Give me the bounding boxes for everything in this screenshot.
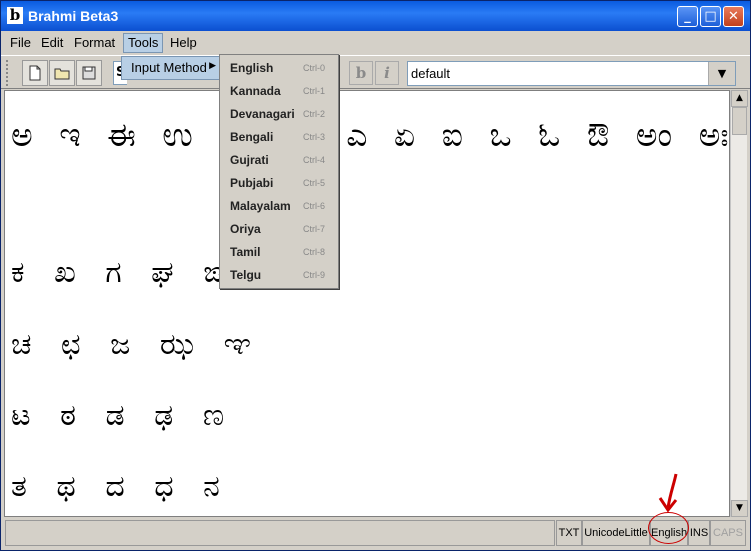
- input-method-label: Kannada: [230, 84, 281, 98]
- input-method-telgu[interactable]: Telgu Ctrl-9: [220, 264, 338, 287]
- new-file-button[interactable]: [22, 60, 48, 86]
- bold-button[interactable]: b: [349, 61, 373, 85]
- style-combo[interactable]: default ▼: [407, 61, 736, 86]
- input-method-pubjabi[interactable]: Pubjabi Ctrl-5: [220, 172, 338, 195]
- input-method-label: Gujrati: [230, 153, 269, 167]
- open-file-button[interactable]: [49, 60, 75, 86]
- editor-line-ka-row: ಕ ಖ ಗ ಘ ಙ: [11, 255, 234, 290]
- app-window: b Brahmi Beta3 _ □ ✕ File Edit Format To…: [0, 0, 751, 551]
- menu-help[interactable]: Help: [166, 33, 201, 53]
- input-method-tamil[interactable]: Tamil Ctrl-8: [220, 241, 338, 264]
- input-method-shortcut: Ctrl-6: [303, 201, 325, 211]
- status-message-area: [5, 520, 555, 546]
- input-method-label: Bengali: [230, 130, 274, 144]
- app-icon[interactable]: b: [7, 7, 23, 24]
- menu-tools[interactable]: Tools: [123, 33, 164, 53]
- chevron-down-icon[interactable]: ▼: [708, 62, 735, 85]
- input-method-submenu: English Ctrl-0 Kannada Ctrl-1 Devanagari Ct…: [219, 54, 339, 289]
- vertical-scrollbar[interactable]: ▲ ▼: [730, 90, 748, 517]
- close-button[interactable]: ✕: [723, 6, 744, 27]
- editor-line-tta-row: ಟ ಠ ಡ ಢ ಣ: [11, 398, 235, 433]
- save-disk-icon: [82, 66, 96, 80]
- status-encoding: UnicodeLittle: [582, 520, 650, 546]
- menu-format[interactable]: Format: [70, 33, 119, 53]
- toolbar-grip[interactable]: [6, 60, 14, 86]
- input-method-gujrati[interactable]: Gujrati Ctrl-4: [220, 149, 338, 172]
- annotation-arrow-icon: [658, 473, 678, 513]
- input-method-shortcut: Ctrl-1: [303, 86, 325, 96]
- scroll-thumb[interactable]: [732, 107, 747, 135]
- input-method-oriya[interactable]: Oriya Ctrl-7: [220, 218, 338, 241]
- status-bar: TXT UnicodeLittle English INS CAPS: [1, 518, 750, 550]
- style-combo-value: default: [411, 66, 451, 81]
- scroll-up-icon[interactable]: ▲: [731, 90, 748, 107]
- input-method-shortcut: Ctrl-2: [303, 109, 325, 119]
- title-bar[interactable]: b Brahmi Beta3 _ □ ✕: [1, 1, 750, 31]
- maximize-button[interactable]: □: [700, 6, 721, 27]
- status-insert-mode: INS: [688, 520, 710, 546]
- italic-button[interactable]: i: [375, 61, 399, 85]
- input-method-label: English: [230, 61, 274, 75]
- input-method-shortcut: Ctrl-8: [303, 247, 325, 257]
- input-method-label: Devanagari: [230, 107, 295, 121]
- input-method-shortcut: Ctrl-9: [303, 270, 325, 280]
- input-method-english[interactable]: English Ctrl-0: [220, 57, 338, 80]
- open-folder-icon: [54, 68, 70, 80]
- input-method-malayalam[interactable]: Malayalam Ctrl-6: [220, 195, 338, 218]
- editor-line-cha-row: ಚ ಛ ಜ ಝ ಞ: [11, 327, 262, 362]
- window-title: Brahmi Beta3: [28, 8, 119, 24]
- input-method-shortcut: Ctrl-3: [303, 132, 325, 142]
- toolbar: S b i default ▼: [1, 55, 750, 89]
- input-method-label: Malayalam: [230, 199, 291, 213]
- editor-line-ta-row: ತ ಥ ದ ಧ ನ: [11, 469, 230, 504]
- status-format: TXT: [556, 520, 582, 546]
- input-method-shortcut: Ctrl-7: [303, 224, 325, 234]
- menu-bar: File Edit Format Tools Help: [1, 31, 750, 55]
- input-method-label: Pubjabi: [230, 176, 274, 190]
- menu-edit[interactable]: Edit: [37, 33, 67, 53]
- input-method-label: Tamil: [230, 245, 261, 259]
- scroll-down-icon[interactable]: ▼: [731, 500, 748, 517]
- status-caps: CAPS: [710, 520, 746, 546]
- input-method-kannada[interactable]: Kannada Ctrl-1: [220, 80, 338, 103]
- menu-file[interactable]: File: [6, 33, 35, 53]
- input-method-devanagari[interactable]: Devanagari Ctrl-2: [220, 103, 338, 126]
- input-method-shortcut: Ctrl-4: [303, 155, 325, 165]
- input-method-bengali[interactable]: Bengali Ctrl-3: [220, 126, 338, 149]
- save-file-button[interactable]: [76, 60, 102, 86]
- minimize-button[interactable]: _: [677, 6, 698, 27]
- text-editor[interactable]: ಅ ಇ ಈ ಉ ಊ ಋ ಎ ಏ ಐ ಒ ಓ ಔ ಅಂ ಅಃ ಕ ಖ ಗ ಘ ಙ …: [4, 90, 730, 517]
- new-file-icon: [29, 65, 41, 81]
- input-method-label: Oriya: [230, 222, 261, 236]
- chevron-right-icon: ▶: [209, 61, 216, 71]
- annotation-circle: [648, 512, 689, 544]
- editor-line-vowels: ಅ ಇ ಈ ಉ ಊ ಋ ಎ ಏ ಐ ಒ ಓ ಔ ಅಂ ಅಃ: [11, 115, 730, 154]
- input-method-shortcut: Ctrl-5: [303, 178, 325, 188]
- menu-item-input-method[interactable]: Input Method ▶: [121, 56, 220, 80]
- input-method-label: Telgu: [230, 268, 262, 282]
- input-method-shortcut: Ctrl-0: [303, 63, 325, 73]
- input-method-label: Input Method: [131, 60, 207, 75]
